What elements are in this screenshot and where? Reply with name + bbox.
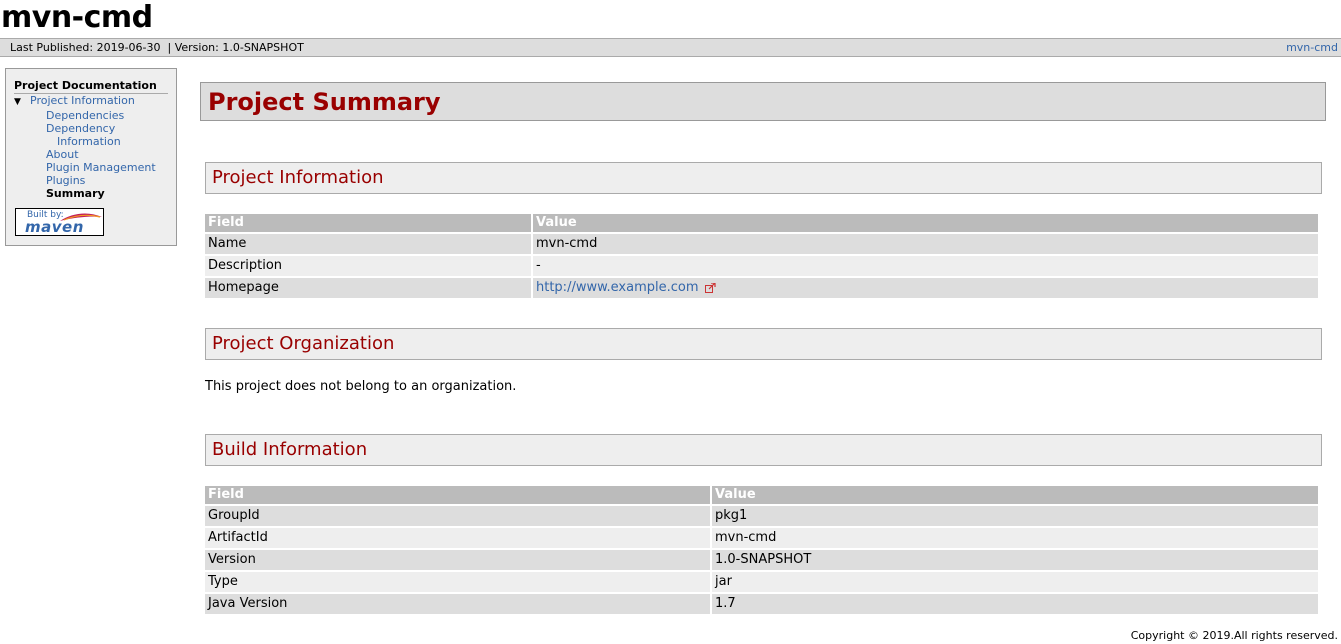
value-cell: 1.0-SNAPSHOT: [712, 550, 1318, 570]
nav-link-dependencies[interactable]: Dependencies: [46, 109, 124, 122]
maven-wordmark: maven: [25, 218, 84, 236]
page-title: Project Summary: [200, 82, 1326, 121]
column-header-value: Value: [533, 214, 1318, 232]
value-cell: http://www.example.com: [533, 278, 1318, 298]
banner: mvn-cmd: [0, 0, 153, 38]
table-row: Description -: [205, 256, 1318, 276]
nav-link-plugins[interactable]: Plugins: [46, 174, 85, 187]
field-cell: Version: [205, 550, 712, 570]
value-cell: -: [533, 256, 1318, 276]
organization-text: This project does not belong to an organ…: [205, 379, 517, 394]
section-heading-build-information: Build Information: [205, 434, 1322, 466]
section-heading-project-organization: Project Organization: [205, 328, 1322, 360]
nav-heading: Project Documentation: [14, 79, 168, 94]
value-cell: jar: [712, 572, 1318, 592]
field-cell: Java Version: [205, 594, 712, 614]
nav-column: Project Documentation ▼ Project Informati…: [6, 69, 176, 200]
publish-info: Last Published: 2019-06-30 | Version: 1.…: [10, 39, 304, 57]
value-cell: pkg1: [712, 506, 1318, 526]
table-row: GroupId pkg1: [205, 506, 1318, 526]
table-row: Homepage http://www.example.com: [205, 278, 1318, 298]
table-row: Version 1.0-SNAPSHOT: [205, 550, 1318, 570]
column-header-field: Field: [205, 486, 712, 504]
column-header-field: Field: [205, 214, 533, 232]
value-cell: mvn-cmd: [533, 234, 1318, 254]
table-row: Java Version 1.7: [205, 594, 1318, 614]
value-cell: 1.7: [712, 594, 1318, 614]
version-info: | Version: 1.0-SNAPSHOT: [167, 41, 304, 54]
build-information-table: Field Value GroupId pkg1 ArtifactId mvn-…: [205, 484, 1318, 616]
nav-link-dependency-information[interactable]: Dependency: [46, 122, 115, 135]
nav-link-about[interactable]: About: [46, 148, 79, 161]
field-cell: Description: [205, 256, 533, 276]
external-link-icon: [704, 282, 716, 293]
built-by-maven-logo[interactable]: Built by: maven: [15, 208, 104, 236]
table-row: Name mvn-cmd: [205, 234, 1318, 254]
project-information-table: Field Value Name mvn-cmd Description - H…: [205, 212, 1318, 300]
expanded-triangle-icon[interactable]: ▼: [14, 96, 30, 109]
column-header-value: Value: [712, 486, 1318, 504]
table-row: Type jar: [205, 572, 1318, 592]
nav-link-plugin-management[interactable]: Plugin Management: [46, 161, 156, 174]
nav-link-dependency-information-cont[interactable]: Information: [57, 135, 121, 148]
value-cell: mvn-cmd: [712, 528, 1318, 548]
field-cell: Homepage: [205, 278, 533, 298]
footer-copyright: Copyright © 2019.All rights reserved.: [1130, 629, 1338, 642]
section-heading-project-information: Project Information: [205, 162, 1322, 194]
nav-current-summary: Summary: [46, 187, 105, 200]
breadcrumb-bar: Last Published: 2019-06-30 | Version: 1.…: [0, 38, 1341, 57]
site-title: mvn-cmd: [1, 0, 153, 35]
homepage-link[interactable]: http://www.example.com: [536, 280, 699, 295]
field-cell: Type: [205, 572, 712, 592]
field-cell: ArtifactId: [205, 528, 712, 548]
left-sidebar: Project Documentation ▼ Project Informati…: [5, 68, 177, 246]
table-row: ArtifactId mvn-cmd: [205, 528, 1318, 548]
field-cell: Name: [205, 234, 533, 254]
nav-section-project-information: ▼ Project Information Dependencies Depend…: [14, 94, 168, 200]
nav-link-project-information[interactable]: Project Information: [30, 94, 135, 107]
last-published: Last Published: 2019-06-30: [10, 41, 161, 54]
field-cell: GroupId: [205, 506, 712, 526]
project-home-link[interactable]: mvn-cmd: [1286, 39, 1338, 57]
